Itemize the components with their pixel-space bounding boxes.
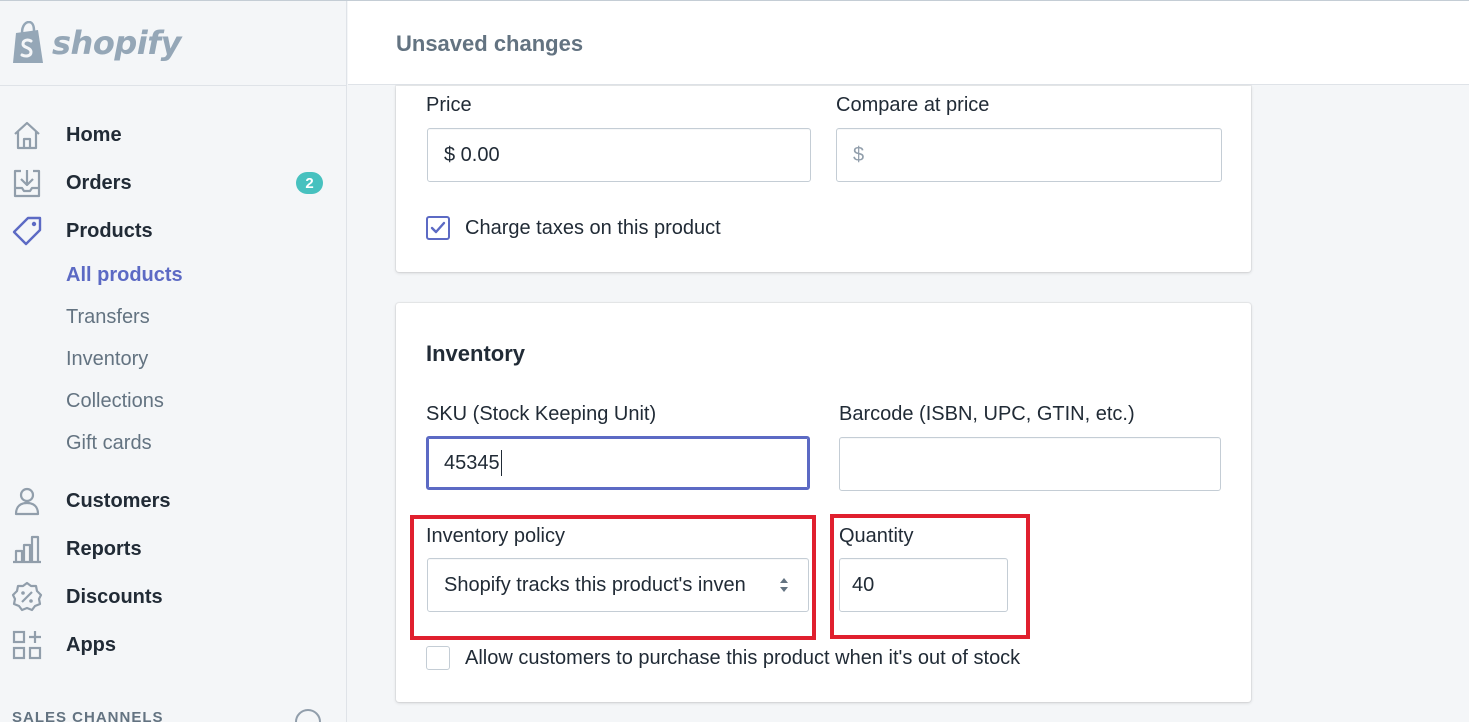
inventory-title: Inventory bbox=[426, 341, 526, 366]
sidebar-subitem-gift-cards[interactable]: Gift cards bbox=[66, 432, 152, 455]
sidebar-item-label: Products bbox=[66, 219, 153, 242]
compare-at-price-label: Compare at price bbox=[836, 94, 990, 116]
compare-at-price-input[interactable]: $ bbox=[836, 128, 1222, 182]
home-icon bbox=[10, 118, 44, 152]
compare-at-price-placeholder: $ bbox=[853, 143, 865, 166]
checkmark-icon bbox=[430, 221, 446, 234]
sidebar-item-label: Home bbox=[66, 123, 122, 146]
sidebar-subitem-inventory[interactable]: Inventory bbox=[66, 348, 148, 371]
sku-label: SKU (Stock Keeping Unit) bbox=[426, 403, 657, 425]
tag-icon bbox=[10, 214, 44, 248]
quantity-highlight bbox=[830, 514, 1030, 639]
contextual-save-bar: Unsaved changes bbox=[348, 1, 1469, 85]
charge-taxes-checkbox[interactable] bbox=[426, 216, 450, 240]
sidebar-item-customers[interactable]: Customers bbox=[0, 481, 347, 521]
sidebar-item-discounts[interactable]: Discounts bbox=[0, 577, 347, 617]
allow-out-of-stock-checkbox[interactable] bbox=[426, 646, 450, 670]
sidebar-item-label: Apps bbox=[66, 633, 116, 656]
inventory-card: Inventory SKU (Stock Keeping Unit) 45345… bbox=[396, 303, 1251, 702]
sku-input[interactable]: 45345 bbox=[426, 436, 810, 490]
orders-count-badge: 2 bbox=[296, 172, 323, 194]
sidebar-item-label: Orders bbox=[66, 171, 132, 194]
unsaved-changes-title: Unsaved changes bbox=[396, 31, 584, 56]
allow-out-of-stock-label[interactable]: Allow customers to purchase this product… bbox=[465, 647, 1020, 670]
text-cursor bbox=[500, 450, 502, 476]
sidebar-subitem-collections[interactable]: Collections bbox=[66, 390, 164, 413]
barcode-label: Barcode (ISBN, UPC, GTIN, etc.) bbox=[839, 403, 1135, 425]
sidebar-subitem-all-products[interactable]: All products bbox=[66, 264, 183, 287]
price-input[interactable]: $ 0.00 bbox=[427, 128, 811, 182]
logo-divider bbox=[0, 85, 347, 86]
shopify-wordmark: shopify bbox=[52, 24, 181, 62]
apps-icon bbox=[10, 628, 44, 662]
sidebar-item-reports[interactable]: Reports bbox=[0, 529, 347, 569]
sidebar-item-label: Customers bbox=[66, 489, 171, 512]
sidebar: shopify Home Orders 2 Products All produ… bbox=[0, 1, 347, 722]
pricing-card: Price $ 0.00 Compare at price $ Charge t… bbox=[396, 86, 1251, 272]
inventory-policy-highlight bbox=[410, 515, 816, 640]
bar-chart-icon bbox=[10, 532, 44, 566]
discount-icon bbox=[10, 580, 44, 614]
sidebar-item-products[interactable]: Products bbox=[0, 211, 347, 251]
sidebar-item-orders[interactable]: Orders 2 bbox=[0, 163, 347, 203]
sidebar-item-apps[interactable]: Apps bbox=[0, 625, 347, 665]
barcode-input[interactable] bbox=[839, 437, 1221, 491]
person-icon bbox=[10, 484, 44, 518]
orders-icon bbox=[10, 166, 44, 200]
sidebar-item-label: Discounts bbox=[66, 585, 163, 608]
price-label: Price bbox=[426, 94, 472, 116]
sales-channels-heading: SALES CHANNELS bbox=[12, 709, 164, 722]
sku-value: 45345 bbox=[444, 451, 500, 474]
sidebar-item-label: Reports bbox=[66, 537, 142, 560]
charge-taxes-label[interactable]: Charge taxes on this product bbox=[465, 217, 721, 240]
add-sales-channel-icon[interactable] bbox=[295, 709, 321, 722]
price-value: $ 0.00 bbox=[444, 143, 500, 166]
shopify-logo[interactable]: shopify bbox=[10, 19, 181, 67]
sidebar-item-home[interactable]: Home bbox=[0, 115, 347, 155]
shopify-bag-icon bbox=[13, 21, 43, 63]
sidebar-subitem-transfers[interactable]: Transfers bbox=[66, 306, 150, 329]
